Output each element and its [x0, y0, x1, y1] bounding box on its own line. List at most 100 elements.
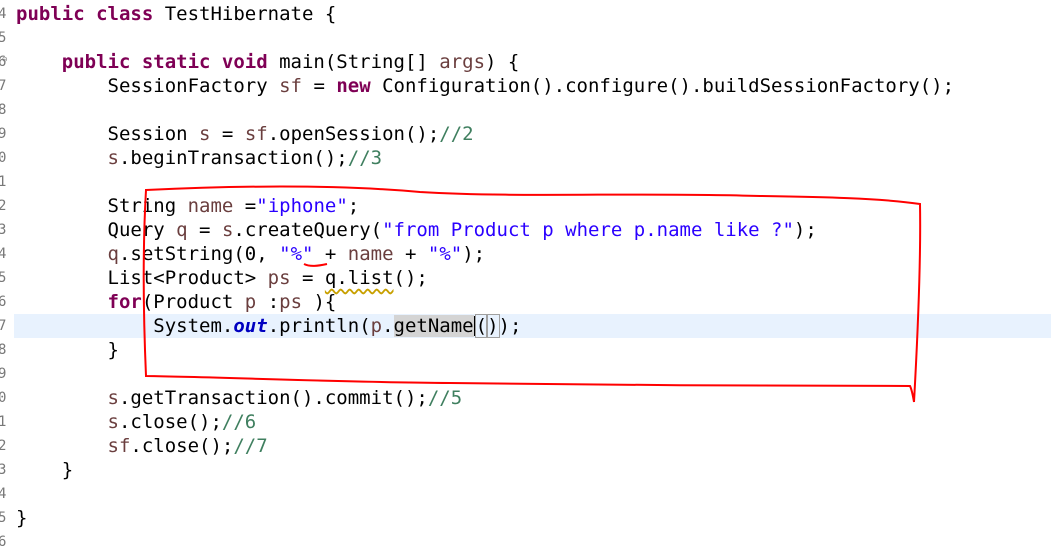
code-token: s: [107, 147, 119, 169]
fold-collapse-icon[interactable]: ⊖: [2, 55, 12, 65]
code-line[interactable]: Session s = sf.openSession();//2: [16, 122, 474, 146]
code-token: args: [439, 51, 486, 73]
line-number: 4: [0, 246, 7, 262]
code-token: s: [221, 219, 234, 241]
code-token: ();: [393, 267, 428, 289]
code-token: q.list: [324, 267, 394, 289]
code-line[interactable]: sf.close();//7: [16, 434, 268, 458]
code-token: .println(: [267, 315, 371, 337]
code-token: +: [393, 243, 428, 265]
code-line[interactable]: }: [16, 506, 27, 530]
code-token: "%": [427, 243, 463, 265]
line-number: 2: [0, 198, 7, 214]
code-token: );: [462, 243, 486, 265]
code-token: Query: [107, 219, 177, 241]
code-token: :: [256, 291, 280, 313]
code-token: =: [302, 75, 337, 97]
code-line[interactable]: }: [16, 338, 119, 362]
code-token: .openSession();: [267, 123, 440, 145]
code-line[interactable]: SessionFactory sf = new Configuration().…: [16, 74, 955, 98]
code-token: System.: [153, 315, 234, 337]
line-number: 5: [0, 510, 7, 526]
code-token: ){: [302, 291, 337, 313]
code-token: //3: [347, 147, 383, 169]
code-line[interactable]: System.out.println(p.getName ());: [16, 314, 521, 338]
code-token: public static void: [61, 51, 268, 73]
code-token: "from Product p where p.name like ?": [382, 219, 794, 241]
line-number: 5: [0, 30, 7, 46]
code-token: ps: [267, 267, 291, 289]
code-token: );: [793, 219, 817, 241]
code-line[interactable]: String name ="iphone";: [16, 194, 360, 218]
line-number: 8: [0, 102, 7, 118]
line-number: 0: [0, 390, 7, 406]
code-token: sf: [244, 123, 268, 145]
line-number: 6: [0, 294, 7, 310]
line-number: 3: [0, 462, 7, 478]
line-number: 7: [0, 318, 7, 334]
code-token: .createQuery(: [233, 219, 383, 241]
code-token: ps: [279, 291, 303, 313]
code-line[interactable]: List<Product> ps = q.list();: [16, 266, 428, 290]
code-token: (: [474, 314, 489, 338]
code-token: .beginTransaction();: [118, 147, 348, 169]
code-token: //5: [427, 387, 463, 409]
code-token: List<Product>: [107, 267, 268, 289]
code-token: "%": [279, 243, 314, 265]
code-token: .close();: [118, 411, 222, 433]
code-token: ): [486, 314, 500, 338]
code-line[interactable]: s.beginTransaction();//3: [16, 146, 383, 170]
line-number: 4: [0, 486, 7, 502]
code-token: "iphone": [256, 195, 348, 217]
code-token: name: [187, 195, 234, 217]
code-token: Session: [107, 123, 200, 145]
code-token: new: [336, 75, 371, 97]
code-token: =: [210, 123, 245, 145]
code-token: q: [107, 243, 119, 265]
code-token: s: [199, 123, 211, 145]
code-line[interactable]: s.close();//6: [16, 410, 257, 434]
line-number: 3: [0, 222, 7, 238]
line-number: 1: [0, 414, 7, 430]
code-token: +: [313, 243, 348, 265]
code-token: (Product: [141, 291, 245, 313]
code-line[interactable]: public static void main(String[] args) {: [16, 50, 520, 74]
line-number: 5: [0, 270, 7, 286]
code-line[interactable]: s.getTransaction().commit();//5: [16, 386, 463, 410]
code-token: //6: [221, 411, 257, 433]
code-token: main(String[]: [267, 51, 440, 73]
code-token: ;: [347, 195, 360, 217]
code-token: .close();: [130, 435, 234, 457]
code-token: String: [107, 195, 188, 217]
code-line[interactable]: public class TestHibernate {: [16, 2, 336, 26]
code-token: for: [107, 291, 142, 313]
code-token: p: [370, 315, 383, 337]
code-token: //7: [233, 435, 268, 457]
code-token: =: [187, 219, 222, 241]
line-number: 0: [0, 150, 7, 166]
code-token: .setString(0,: [118, 243, 280, 265]
code-token: p: [244, 291, 257, 313]
line-number: 9: [0, 366, 7, 382]
code-editor[interactable]: 45678901234567890123456 ⊖ public class T…: [0, 0, 1051, 556]
code-token: s: [107, 387, 119, 409]
code-line[interactable]: q.setString(0, "%" + name + "%");: [16, 242, 486, 266]
code-line[interactable]: for(Product p :ps ){: [16, 290, 337, 314]
line-number: 9: [0, 126, 7, 142]
code-token: SessionFactory: [107, 75, 280, 97]
code-token: sf: [279, 75, 302, 97]
code-line[interactable]: Query q = s.createQuery("from Product p …: [16, 218, 817, 242]
code-token: =: [290, 267, 325, 289]
code-token: //2: [439, 123, 474, 145]
code-token: }: [16, 507, 28, 529]
line-number: 2: [0, 438, 7, 454]
code-token: }: [61, 459, 74, 481]
code-token: q: [176, 219, 188, 241]
code-line[interactable]: }: [16, 458, 73, 482]
code-token: name: [347, 243, 394, 265]
code-token: ) {: [485, 51, 520, 73]
code-token: .getTransaction().commit();: [118, 387, 428, 409]
code-token: sf: [107, 435, 131, 457]
code-token: out: [233, 315, 268, 337]
line-number-gutter: 45678901234567890123456 ⊖: [0, 0, 14, 556]
